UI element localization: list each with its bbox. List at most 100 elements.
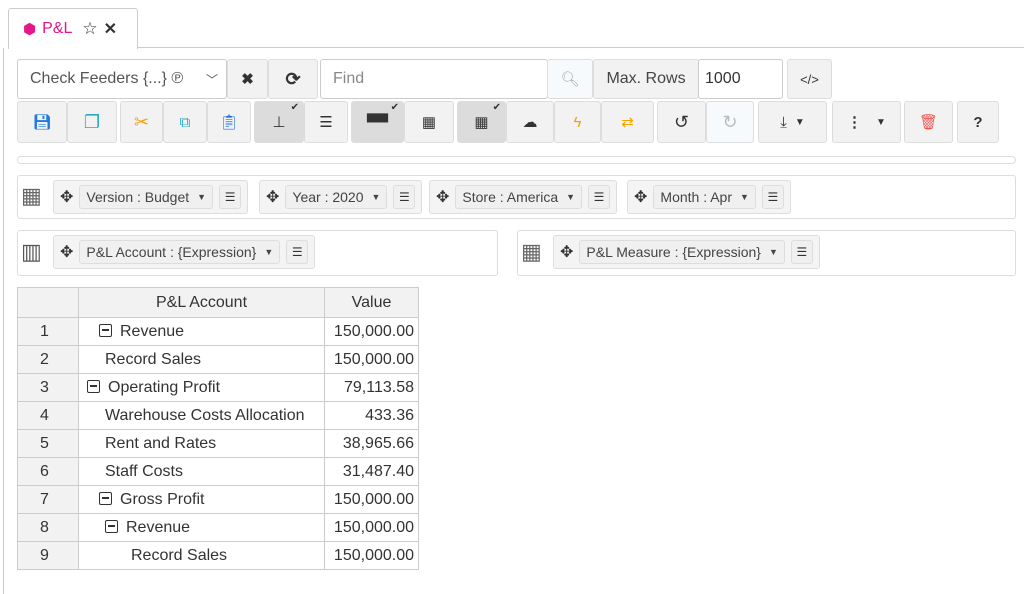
column-dimension-dropdown[interactable]: P&L Measure : {Expression} ▼ — [579, 240, 785, 264]
list-view-button[interactable]: ☰ — [304, 101, 348, 143]
account-cell[interactable]: Gross Profit — [78, 485, 325, 514]
list-icon[interactable]: ☰ — [761, 185, 784, 209]
list-icon[interactable]: ☰ — [393, 185, 416, 209]
max-rows-input[interactable]: 1000 — [698, 59, 783, 99]
account-label: Revenue — [126, 518, 191, 536]
corner-header — [17, 287, 79, 318]
value-cell[interactable]: 79,113.58 — [324, 373, 419, 402]
save-button[interactable]: 💾︎ — [17, 101, 67, 143]
row-dimension-dropdown[interactable]: P&L Account : {Expression} ▼ — [79, 240, 281, 264]
table-row: 1 Revenue 150,000.00 — [17, 317, 419, 346]
account-cell[interactable]: Revenue — [78, 317, 325, 346]
account-cell[interactable]: Rent and Rates — [78, 429, 325, 458]
undo-button[interactable]: ↺ — [657, 101, 706, 143]
account-cell[interactable]: Operating Profit — [78, 373, 325, 402]
list-icon[interactable]: ☰ — [219, 185, 242, 209]
paste-button[interactable]: 📋︎ — [207, 101, 251, 143]
find-input[interactable]: Find — [320, 59, 548, 99]
rows-area-icon: ▥ — [21, 239, 42, 264]
value-cell[interactable]: 150,000.00 — [324, 541, 419, 570]
table-row: 6 Staff Costs 31,487.40 — [17, 457, 419, 486]
table-row: 8 Revenue 150,000.00 — [17, 513, 419, 542]
cloud-download-button[interactable]: ☁ — [506, 101, 554, 143]
account-cell[interactable]: Revenue — [78, 513, 325, 542]
code-button[interactable]: </> — [787, 59, 832, 99]
move-icon[interactable]: ✥ — [60, 242, 73, 262]
row-dimension[interactable]: ✥ P&L Account : {Expression} ▼ ☰ — [53, 235, 316, 269]
collapse-icon[interactable] — [87, 379, 100, 393]
export-dropdown[interactable]: ⤓ ▼ — [758, 101, 827, 143]
cut-button[interactable]: ✂ — [120, 101, 163, 143]
value-cell[interactable]: 150,000.00 — [324, 345, 419, 374]
list-icon[interactable]: ☰ — [790, 240, 813, 264]
collapse-icon[interactable] — [99, 491, 112, 505]
tab-title: P&L — [42, 20, 73, 37]
filter-dropdown[interactable]: Year : 2020 ▼ — [285, 185, 388, 209]
save-icon: 💾︎ — [32, 114, 52, 131]
delete-button[interactable]: 🗑︎ — [904, 101, 953, 143]
account-label: Revenue — [120, 322, 185, 340]
collapse-icon[interactable] — [105, 519, 118, 533]
account-cell[interactable]: Staff Costs — [78, 457, 325, 486]
list-icon[interactable]: ☰ — [286, 240, 309, 264]
value-cell[interactable]: 150,000.00 — [324, 485, 419, 514]
star-icon[interactable]: ☆ — [82, 19, 97, 39]
copy-button[interactable]: ❐ — [67, 101, 117, 143]
value-cell[interactable]: 31,487.40 — [324, 457, 419, 486]
filter-label: Version : Budget — [86, 189, 190, 205]
filter-month[interactable]: ✥ Month : Apr ▼ ☰ — [627, 180, 791, 214]
times-icon: ✖ — [241, 71, 254, 88]
move-icon[interactable]: ✥ — [266, 187, 279, 207]
calculator-toggle[interactable]: ▦ ✔ — [457, 101, 506, 143]
table-row: 9 Record Sales 150,000.00 — [17, 541, 419, 570]
more-dropdown[interactable]: ⋮ ▼ — [832, 101, 901, 143]
filter-store[interactable]: ✥ Store : America ▼ ☰ — [429, 180, 618, 214]
row-number: 3 — [17, 373, 79, 402]
row-number: 1 — [17, 317, 79, 346]
filter-year[interactable]: ✥ Year : 2020 ▼ ☰ — [259, 180, 423, 214]
check-icon: ✔ — [390, 102, 399, 113]
move-icon[interactable]: ✥ — [60, 187, 73, 207]
copy-icon: ❐ — [83, 111, 101, 132]
move-icon[interactable]: ✥ — [560, 242, 573, 262]
filter-dropdown[interactable]: Month : Apr ▼ — [653, 185, 756, 209]
retweet-button[interactable]: ⇄ — [601, 101, 654, 143]
filter-dropdown[interactable]: Version : Budget ▼ — [79, 185, 214, 209]
account-cell[interactable]: Warehouse Costs Allocation — [78, 401, 325, 430]
tab-pl[interactable]: ⬢ P&L ☆ ✕ — [8, 8, 138, 49]
move-icon[interactable]: ✥ — [436, 187, 449, 207]
hierarchy-toggle[interactable]: ⊥ ✔ — [254, 101, 304, 143]
columns-button[interactable]: ▦ — [404, 101, 454, 143]
value-cell[interactable]: 150,000.00 — [324, 317, 419, 346]
redo-icon: ↻ — [722, 111, 738, 132]
search-button[interactable]: 🔍︎ — [547, 59, 593, 99]
move-icon[interactable]: ✥ — [634, 187, 647, 207]
filter-version[interactable]: ✥ Version : Budget ▼ ☰ — [53, 180, 249, 214]
collapse-icon[interactable] — [99, 323, 112, 337]
value-cell[interactable]: 433.36 — [324, 401, 419, 430]
account-cell[interactable]: Record Sales — [78, 345, 325, 374]
refresh-button[interactable]: ⟳ — [268, 59, 318, 99]
redo-button[interactable]: ↻ — [706, 101, 754, 143]
table-columns-icon: ▦ — [421, 114, 437, 131]
column-dimension[interactable]: ✥ P&L Measure : {Expression} ▼ ☰ — [553, 235, 820, 269]
list-icon[interactable]: ☰ — [588, 185, 611, 209]
column-dimension-label: P&L Measure : {Expression} — [586, 244, 761, 260]
cloud-download-icon: ☁ — [522, 114, 538, 131]
filter-dropdown[interactable]: Store : America ▼ — [455, 185, 583, 209]
value-cell[interactable]: 150,000.00 — [324, 513, 419, 542]
clear-button[interactable]: ✖ — [227, 59, 268, 99]
help-button[interactable]: ? — [957, 101, 999, 143]
close-icon[interactable]: ✕ — [104, 19, 117, 39]
caret-down-icon: ▼ — [566, 192, 576, 202]
account-cell[interactable]: Record Sales — [78, 541, 325, 570]
cube-icon: ⬢ — [23, 21, 37, 38]
subset-select[interactable]: Check Feeders {...} ℗ ﹀ — [17, 59, 227, 99]
value-cell[interactable]: 38,965.66 — [324, 429, 419, 458]
header-toggle[interactable]: ▀▀ ✔ — [351, 101, 404, 143]
spread-button[interactable]: ϟ — [554, 101, 601, 143]
account-label: Warehouse Costs Allocation — [105, 406, 305, 424]
duplicate-button[interactable]: ⧉ — [163, 101, 207, 143]
max-rows-value: 1000 — [705, 70, 741, 87]
rows-panel: ▥ ✥ P&L Account : {Expression} ▼ ☰ — [17, 230, 498, 276]
